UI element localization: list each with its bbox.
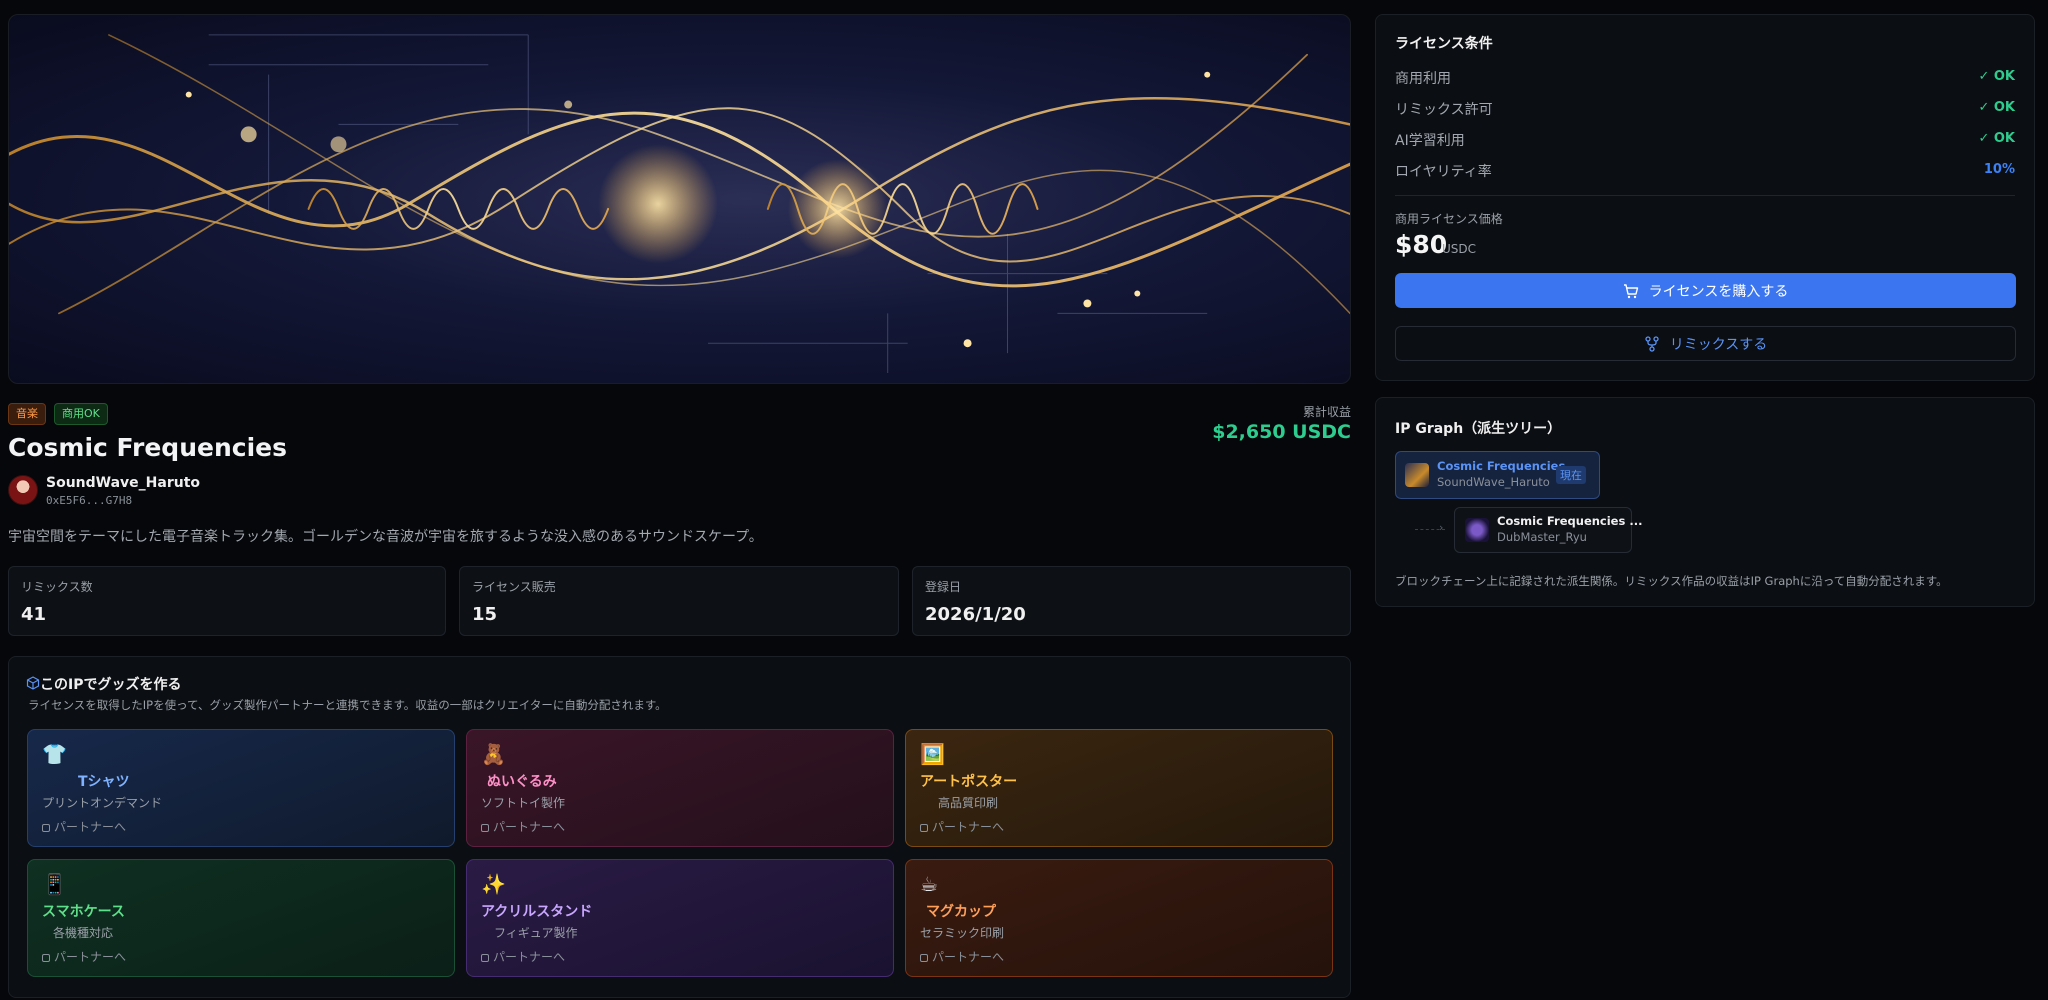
partner-link[interactable]: パートナーへ xyxy=(920,948,1318,965)
license-row-label: リミックス許可 xyxy=(1395,102,1493,118)
external-link-icon xyxy=(920,954,928,962)
mobile-phone-icon: 📱 xyxy=(42,872,67,896)
license-row-label: AI学習利用 xyxy=(1395,133,1465,149)
external-link-icon xyxy=(481,954,489,962)
goods-card-acrylic-stand[interactable]: ✨ アクリルスタンド フィギュア製作 パートナーへ xyxy=(466,859,894,977)
goods-card-desc: 各機種対応 xyxy=(53,926,114,940)
ip-graph-footnote: ブロックチェーン上に記録された派生関係。リミックス作品の収益はIP Graphに… xyxy=(1395,574,1948,588)
price-label: 商用ライセンス価格 xyxy=(1395,212,1503,226)
price-value: $80 xyxy=(1395,230,1448,259)
stat-card-remixes: リミックス数 41 xyxy=(8,566,446,636)
creator-address: 0xE5F6...G7H8 xyxy=(46,494,133,507)
earnings-value: $2,650 USDC xyxy=(1212,421,1351,443)
creator-name[interactable]: SoundWave_Haruto xyxy=(46,475,200,491)
framed-picture-icon: 🖼️ xyxy=(920,742,945,766)
page-title: Cosmic Frequencies xyxy=(8,433,287,462)
partner-link[interactable]: パートナーへ xyxy=(42,948,440,965)
goods-card-name: アクリルスタンド xyxy=(481,904,593,920)
partner-link[interactable]: パートナーへ xyxy=(920,818,1318,835)
goods-card-poster[interactable]: 🖼️ アートポスター 高品質印刷 パートナーへ xyxy=(905,729,1333,847)
remix-label: リミックスする xyxy=(1669,336,1768,353)
goods-card-phone-case[interactable]: 📱 スマホケース 各機種対応 パートナーへ xyxy=(27,859,455,977)
license-row-value: ✓ OK xyxy=(1978,100,2015,115)
tshirt-icon: 👕 xyxy=(42,742,67,766)
external-link-icon xyxy=(481,824,489,832)
tag-list: 音楽 商用OK xyxy=(8,403,108,425)
stat-value: 2026/1/20 xyxy=(925,604,1026,625)
external-link-icon xyxy=(42,954,50,962)
stat-value: 41 xyxy=(21,604,47,625)
cube-icon xyxy=(26,676,40,690)
stat-value: 15 xyxy=(472,604,498,625)
goods-card-desc: ソフトトイ製作 xyxy=(481,796,566,810)
external-link-icon xyxy=(42,824,50,832)
stat-card-license-sales: ライセンス販売 15 xyxy=(459,566,899,636)
stat-card-registered-date: 登録日 2026/1/20 xyxy=(912,566,1351,636)
node-creator: DubMaster_Ryu xyxy=(1497,530,1587,544)
ip-description: 宇宙空間をテーマにした電子音楽トラック集。ゴールデンな音波が宇宙を旅するような没… xyxy=(8,529,763,545)
goods-card-desc: セラミック印刷 xyxy=(920,926,1005,940)
license-title: ライセンス条件 xyxy=(1395,36,1493,52)
commercial-tag: 商用OK xyxy=(54,403,108,425)
goods-card-plush[interactable]: 🧸 ぬいぐるみ ソフトトイ製作 パートナーへ xyxy=(466,729,894,847)
stat-label: リミックス数 xyxy=(21,580,93,594)
goods-title: このIPでグッズを作る xyxy=(40,677,182,693)
buy-license-label: ライセンスを購入する xyxy=(1648,283,1789,300)
goods-subtitle: ライセンスを取得したIPを使って、グッズ製作パートナーと連携できます。収益の一部… xyxy=(28,698,667,712)
goods-card-name: ぬいぐるみ xyxy=(487,774,557,790)
external-link-icon xyxy=(920,824,928,832)
node-thumbnail xyxy=(1405,463,1429,487)
genre-tag: 音楽 xyxy=(8,403,46,425)
node-creator: SoundWave_Haruto xyxy=(1437,475,1550,489)
goods-card-desc: プリントオンデマンド xyxy=(42,796,163,810)
license-row-value: ✓ OK xyxy=(1978,131,2015,146)
teddy-bear-icon: 🧸 xyxy=(481,742,506,766)
current-badge: 現在 xyxy=(1556,466,1586,484)
goods-card-name: スマホケース xyxy=(42,904,125,920)
stat-label: 登録日 xyxy=(925,580,962,594)
node-title: Cosmic Frequencies xyxy=(1437,459,1566,473)
remix-button[interactable]: リミックスする xyxy=(1395,326,2016,361)
cart-icon xyxy=(1623,283,1638,298)
stat-label: ライセンス販売 xyxy=(472,580,556,594)
fork-icon xyxy=(1645,335,1659,352)
hero-image xyxy=(8,14,1351,384)
license-row-label: ロイヤリティ率 xyxy=(1395,164,1492,180)
ip-graph-title: IP Graph（派生ツリー） xyxy=(1395,421,1562,437)
goods-card-tshirt[interactable]: 👕 Tシャツ プリントオンデマンド パートナーへ xyxy=(27,729,455,847)
divider xyxy=(1395,195,2015,196)
chevron-right-icon: › xyxy=(1439,521,1444,534)
node-thumbnail xyxy=(1465,518,1489,542)
earnings-label: 累計収益 xyxy=(1302,405,1351,419)
avatar[interactable] xyxy=(8,475,38,505)
goods-card-desc: フィギュア製作 xyxy=(494,926,578,940)
sparkles-icon: ✨ xyxy=(481,872,506,896)
partner-link[interactable]: パートナーへ xyxy=(481,948,879,965)
license-row-label: 商用利用 xyxy=(1395,71,1451,87)
node-title: Cosmic Frequencies ... xyxy=(1497,514,1643,528)
royalty-value: 10% xyxy=(1983,162,2015,177)
partner-link[interactable]: パートナーへ xyxy=(42,818,440,835)
goods-card-mug[interactable]: ☕ マグカップ セラミック印刷 パートナーへ xyxy=(905,859,1333,977)
partner-link[interactable]: パートナーへ xyxy=(481,818,879,835)
goods-card-name: アートポスター xyxy=(920,774,1018,790)
goods-card-name: Tシャツ xyxy=(78,774,130,790)
goods-card-name: マグカップ xyxy=(926,904,996,920)
price-unit: USDC xyxy=(1442,242,1477,256)
license-row-value: ✓ OK xyxy=(1978,69,2015,84)
coffee-cup-icon: ☕ xyxy=(920,872,938,896)
buy-license-button[interactable]: ライセンスを購入する xyxy=(1395,273,2016,308)
goods-card-desc: 高品質印刷 xyxy=(938,796,999,810)
